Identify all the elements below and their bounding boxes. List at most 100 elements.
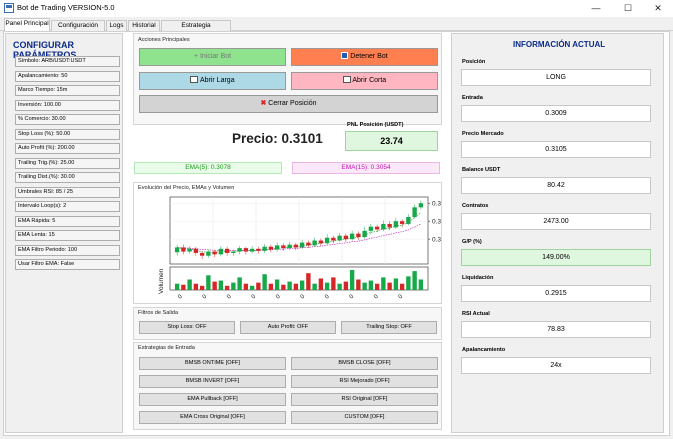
- param-button[interactable]: % Comercio: 30.00: [15, 114, 120, 125]
- tab-configuracion-api[interactable]: Configuración API: [51, 20, 105, 39]
- param-button[interactable]: Auto Profit (%): 200.00: [15, 143, 120, 154]
- param-button[interactable]: Símbolo: ARB/USDT:USDT: [15, 56, 120, 67]
- tab-historial[interactable]: Historial: [128, 20, 160, 31]
- info-label: Balance USDT: [462, 167, 501, 173]
- volume-bar: [418, 279, 424, 290]
- volume-bar: [387, 282, 392, 290]
- volume-bar: [262, 274, 267, 290]
- y-tick-label: 0.3: [432, 201, 441, 208]
- volume-bar: [362, 282, 367, 290]
- param-button[interactable]: Umbrales RSI: 85 / 25: [15, 186, 120, 198]
- param-button[interactable]: EMA Lenta: 15: [15, 230, 120, 241]
- volume-bar: [331, 277, 336, 290]
- strategy-toggle[interactable]: CUSTOM [OFF]: [291, 411, 438, 424]
- candle-body: [174, 247, 180, 253]
- trailing-stop-toggle[interactable]: Trailing Stop: OFF: [341, 321, 437, 334]
- info-title: INFORMACIÓN ACTUAL: [513, 40, 606, 49]
- strategy-toggle[interactable]: EMA Pullback [OFF]: [139, 393, 286, 406]
- candle-body: [268, 246, 274, 250]
- open-short-button[interactable]: Abrir Corta: [291, 72, 438, 90]
- parameters-panel: CONFIGURAR PARÁMETROS Símbolo: ARB/USDT:…: [5, 33, 123, 433]
- info-label: Posición: [462, 59, 486, 65]
- candle-body: [312, 240, 317, 246]
- stop-loss-toggle[interactable]: Stop Loss: OFF: [139, 321, 235, 334]
- open-long-button[interactable]: Abrir Larga: [139, 72, 286, 90]
- info-label: Liquidación: [462, 275, 494, 281]
- strategy-toggle[interactable]: EMA Cross Original [OFF]: [139, 411, 286, 424]
- candle-body: [306, 242, 311, 246]
- close-button[interactable]: ✕: [643, 0, 673, 17]
- candle-body: [212, 251, 217, 255]
- stop-bot-button[interactable]: Detener Bot: [291, 48, 438, 66]
- param-button[interactable]: Usar Filtro EMA: False: [15, 259, 120, 270]
- start-bot-button[interactable]: + Iniciar Bot: [139, 48, 286, 66]
- window-title: Bot de Trading VERSION-5.0: [17, 3, 115, 12]
- volume-bar: [212, 281, 217, 290]
- volume-bar: [218, 280, 224, 290]
- info-label: Apalancamiento: [462, 347, 506, 353]
- strategy-toggle[interactable]: BMSB ONTIME [OFF]: [139, 357, 286, 370]
- volume-bar: [349, 270, 355, 290]
- candle-body: [281, 245, 286, 249]
- volume-bar: [181, 284, 186, 290]
- volume-bar: [243, 283, 249, 290]
- y-tick-label: 0.3: [432, 237, 441, 244]
- param-button[interactable]: Inversión: 100.00: [15, 99, 120, 111]
- volume-bar: [406, 276, 411, 290]
- x-tick-label: 0: [373, 293, 380, 300]
- volume-bar: [199, 285, 205, 290]
- candle-body: [237, 248, 242, 252]
- info-value: 0.2915: [461, 285, 651, 302]
- info-label: Contratos: [462, 203, 489, 209]
- volume-bar: [412, 271, 417, 290]
- param-button[interactable]: EMA Rápida: 5: [15, 215, 120, 227]
- param-button[interactable]: Marco Tiempo: 15m: [15, 85, 120, 96]
- candle-body: [243, 248, 249, 252]
- strategy-toggle[interactable]: BMSB INVERT [OFF]: [139, 375, 286, 388]
- volume-bar: [231, 282, 236, 290]
- pnl-label: PNL Posición (USDT): [347, 122, 404, 128]
- param-button[interactable]: Stop Loss (%): 50.00: [15, 128, 120, 140]
- candle-body: [337, 235, 342, 241]
- candle-body: [412, 207, 417, 218]
- candle-body: [356, 233, 361, 238]
- maximize-button[interactable]: ☐: [613, 0, 643, 17]
- param-button[interactable]: Intervalo Loop(s): 2: [15, 201, 120, 212]
- param-button[interactable]: Trailing Dist.(%): 30.00: [15, 172, 120, 183]
- title-bar: Bot de Trading VERSION-5.0 — ☐ ✕: [0, 0, 673, 17]
- info-label: Precio Mercado: [462, 131, 504, 137]
- volume-bar: [356, 279, 361, 290]
- candle-body: [387, 223, 392, 228]
- x-tick-label: 0: [275, 293, 282, 300]
- y-tick-label: 0.3: [432, 219, 441, 226]
- param-button[interactable]: Trailing Trig.(%): 25.00: [15, 157, 120, 169]
- tab-panel-principal[interactable]: Panel Principal: [4, 18, 50, 32]
- candle-body: [256, 248, 261, 251]
- info-value: LONG: [461, 69, 651, 86]
- volume-bar: [381, 277, 386, 290]
- param-button[interactable]: EMA Filtro Periodo: 100: [15, 244, 120, 256]
- price-chart: 0.3 0.3 0.3 Volumen 0 0 0 0 0 0 0 0 0 0: [158, 196, 441, 300]
- strategy-toggle[interactable]: RSI Original [OFF]: [291, 393, 438, 406]
- volume-bar: [174, 283, 180, 290]
- info-value: 2473.00: [461, 213, 651, 230]
- candle-body: [293, 244, 299, 248]
- volume-bar: [237, 277, 242, 290]
- info-value: 149.00%: [461, 249, 651, 266]
- tab-logs[interactable]: Logs: [106, 20, 127, 31]
- actions-group: Acciones Principales + Iniciar Bot Deten…: [133, 33, 442, 125]
- close-position-button[interactable]: ✖ Cerrar Posición: [139, 95, 438, 113]
- volume-bar: [312, 283, 317, 290]
- auto-profit-toggle[interactable]: Auto Profit: OFF: [240, 321, 336, 334]
- candle-body: [318, 240, 324, 244]
- volume-bar: [281, 284, 286, 290]
- strategy-toggle[interactable]: RSI Mejorado [OFF]: [291, 375, 438, 388]
- x-icon: ✖: [260, 100, 267, 107]
- strategy-toggle[interactable]: BMSB CLOSE [OFF]: [291, 357, 438, 370]
- ema-slow-box: EMA(15): 0.3054: [292, 162, 440, 174]
- tab-estrategia-personalizada[interactable]: Estrategia Personalizada: [161, 20, 231, 39]
- candle-body: [368, 226, 374, 231]
- candle-body: [199, 252, 205, 256]
- minimize-button[interactable]: —: [581, 0, 611, 17]
- param-button[interactable]: Apalancamiento: 50: [15, 70, 120, 82]
